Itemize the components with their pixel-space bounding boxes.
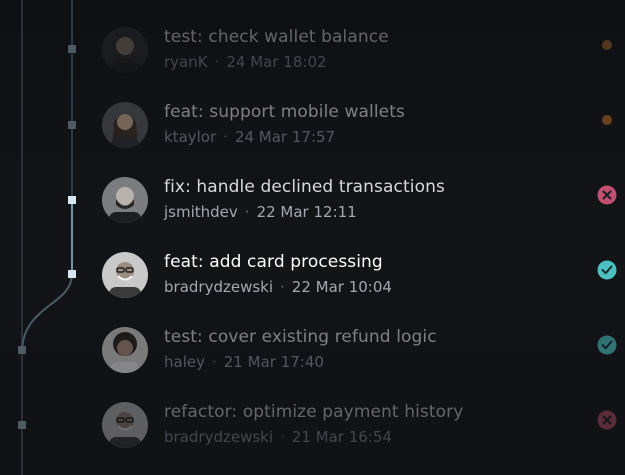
failed-status-icon[interactable] [597,410,617,430]
meta-separator: · [280,428,285,446]
person-long-hair-avatar [102,102,148,148]
commit-row[interactable]: test: cover existing refund logic haley ·… [100,320,625,380]
failed-status-icon[interactable] [597,185,617,205]
commit-node [68,270,76,278]
commit-node [18,346,26,354]
meta-separator: · [244,203,250,221]
meta-separator: · [214,53,220,71]
commit-author[interactable]: haley [164,353,205,371]
person-glasses-avatar [102,402,148,448]
person-bearded-avatar [102,27,148,73]
commit-meta: bradrydzewski · 21 Mar 16:54 [164,428,392,446]
commit-row[interactable]: feat: support mobile wallets ktaylor · 24 … [100,95,625,155]
commit-author[interactable]: bradrydzewski [164,428,273,446]
commit-node [68,121,76,129]
person-glasses-avatar [102,252,148,298]
commit-node [68,45,76,53]
commit-author[interactable]: ryanK [164,53,208,71]
commit-node [18,421,26,429]
commit-title[interactable]: test: cover existing refund logic [164,327,437,347]
commit-meta: jsmithdev · 22 Mar 12:11 [164,203,357,221]
commit-time: 21 Mar 17:40 [223,353,324,371]
pending-status-icon[interactable] [597,35,617,55]
success-status-icon[interactable] [597,260,617,280]
person-beard-avatar [102,177,148,223]
commit-author[interactable]: jsmithdev [164,203,238,221]
commit-row[interactable]: feat: add card processing bradrydzewski ·… [100,245,625,305]
meta-separator: · [211,353,217,371]
merge-curve [21,273,73,351]
commit-timeline: test: check wallet balance ryanK · 24 Mar … [0,0,625,475]
commit-meta: haley · 21 Mar 17:40 [164,353,324,371]
success-status-icon[interactable] [597,335,617,355]
commit-meta: ktaylor · 24 Mar 17:57 [164,128,335,146]
meta-separator: · [223,128,228,146]
commit-time: 22 Mar 12:11 [256,203,357,221]
meta-separator: · [280,278,285,296]
commit-title[interactable]: feat: add card processing [164,252,383,272]
commit-title[interactable]: test: check wallet balance [164,27,389,47]
commit-row[interactable]: test: check wallet balance ryanK · 24 Mar … [100,20,625,80]
commit-title[interactable]: fix: handle declined transactions [164,177,445,197]
commit-node [68,196,76,204]
commit-author[interactable]: bradrydzewski [164,278,273,296]
commit-time: 24 Mar 18:02 [226,53,327,71]
commit-title[interactable]: feat: support mobile wallets [164,102,405,122]
commit-row[interactable]: fix: handle declined transactions jsmith… [100,170,625,230]
commit-time: 24 Mar 17:57 [234,128,336,146]
commit-row[interactable]: refactor: optimize payment history bradr… [100,395,625,455]
commit-time: 22 Mar 10:04 [291,278,392,296]
person-curly-hair-avatar [102,327,148,373]
commit-title[interactable]: refactor: optimize payment history [164,402,463,422]
pending-status-icon[interactable] [597,110,617,130]
commit-meta: bradrydzewski · 22 Mar 10:04 [164,278,392,296]
commit-time: 21 Mar 16:54 [291,428,392,446]
commit-meta: ryanK · 24 Mar 18:02 [164,53,327,71]
commit-author[interactable]: ktaylor [164,128,216,146]
